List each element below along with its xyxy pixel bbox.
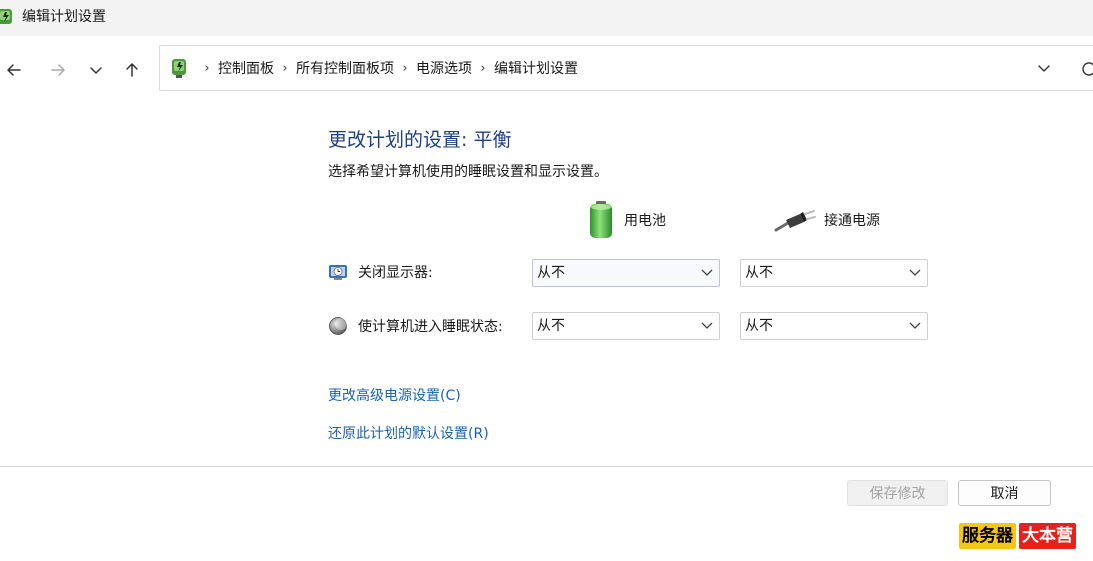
turn-off-display-label: 关闭显示器:	[328, 260, 433, 284]
page-title: 更改计划的设置: 平衡	[328, 129, 512, 151]
breadcrumb-control-panel[interactable]: 控制面板	[218, 58, 274, 78]
power-plug-icon	[774, 210, 816, 232]
arrow-left-icon	[7, 64, 21, 76]
battery-icon	[590, 201, 612, 238]
chevron-down-icon	[1038, 65, 1050, 72]
save-changes-button[interactable]: 保存修改	[847, 480, 948, 506]
window-title: 编辑计划设置	[22, 9, 106, 25]
breadcrumb-power-options[interactable]: 电源选项	[416, 58, 472, 78]
advanced-power-settings-link[interactable]: 更改高级电源设置(C)	[328, 387, 461, 405]
page-subtitle: 选择希望计算机使用的睡眠设置和显示设置。	[328, 164, 608, 180]
chevron-down-icon	[701, 322, 713, 329]
display-plugged-value: 从不	[745, 265, 773, 281]
back-button[interactable]	[0, 56, 28, 84]
navigation-bar: › 控制面板 › 所有控制面板项 › 电源选项 › 编辑计划设置	[0, 36, 1093, 104]
arrow-right-icon	[51, 64, 65, 76]
display-battery-select[interactable]: 从不	[532, 259, 720, 287]
sleep-text: 使计算机进入睡眠状态:	[358, 319, 503, 335]
watermark-part2: 大本营	[1019, 523, 1076, 549]
title-bar: 编辑计划设置	[0, 0, 1093, 36]
chevron-down-icon	[701, 269, 713, 276]
power-options-icon	[0, 9, 12, 24]
turn-off-display-text: 关闭显示器:	[358, 265, 433, 281]
plugged-column-header: 接通电源	[774, 200, 880, 240]
footer-divider	[0, 466, 1093, 467]
sleep-battery-select[interactable]: 从不	[532, 312, 720, 340]
breadcrumb-separator: ›	[204, 60, 210, 76]
breadcrumb-all-control-panel-items[interactable]: 所有控制面板项	[296, 58, 394, 78]
watermark-badge: 服务器 大本营	[959, 523, 1076, 549]
breadcrumb: › 控制面板 › 所有控制面板项 › 电源选项 › 编辑计划设置	[196, 46, 578, 90]
display-plugged-select[interactable]: 从不	[740, 259, 928, 287]
breadcrumb-edit-plan-settings[interactable]: 编辑计划设置	[494, 58, 578, 78]
display-clock-icon	[329, 265, 347, 280]
chevron-down-icon	[909, 322, 921, 329]
watermark-part1: 服务器	[959, 523, 1016, 549]
battery-column-header: 用电池	[586, 200, 666, 240]
up-button[interactable]	[118, 56, 146, 84]
battery-column-label: 用电池	[624, 213, 666, 229]
sleep-battery-value: 从不	[537, 318, 565, 334]
main-content: 更改计划的设置: 平衡 选择希望计算机使用的睡眠设置和显示设置。 用电池 接通电…	[0, 104, 1093, 466]
display-battery-value: 从不	[537, 265, 565, 281]
refresh-icon[interactable]	[1078, 58, 1093, 80]
cancel-button[interactable]: 取消	[958, 480, 1051, 506]
forward-button[interactable]	[44, 56, 72, 84]
moon-icon	[329, 317, 347, 335]
restore-defaults-link[interactable]: 还原此计划的默认设置(R)	[328, 425, 489, 443]
recent-locations-button[interactable]	[82, 56, 110, 84]
plugged-column-label: 接通电源	[824, 213, 880, 229]
address-bar[interactable]: › 控制面板 › 所有控制面板项 › 电源选项 › 编辑计划设置	[159, 45, 1093, 91]
chevron-down-icon	[909, 269, 921, 276]
chevron-down-icon	[90, 67, 102, 74]
breadcrumb-separator[interactable]: ›	[472, 61, 494, 76]
arrow-up-icon	[126, 63, 138, 77]
breadcrumb-separator[interactable]: ›	[274, 61, 296, 76]
power-options-icon	[172, 59, 186, 78]
sleep-plugged-value: 从不	[745, 318, 773, 334]
sleep-plugged-select[interactable]: 从不	[740, 312, 928, 340]
sleep-label: 使计算机进入睡眠状态:	[328, 314, 503, 338]
address-dropdown-button[interactable]	[1032, 58, 1056, 80]
breadcrumb-separator[interactable]: ›	[394, 61, 416, 76]
